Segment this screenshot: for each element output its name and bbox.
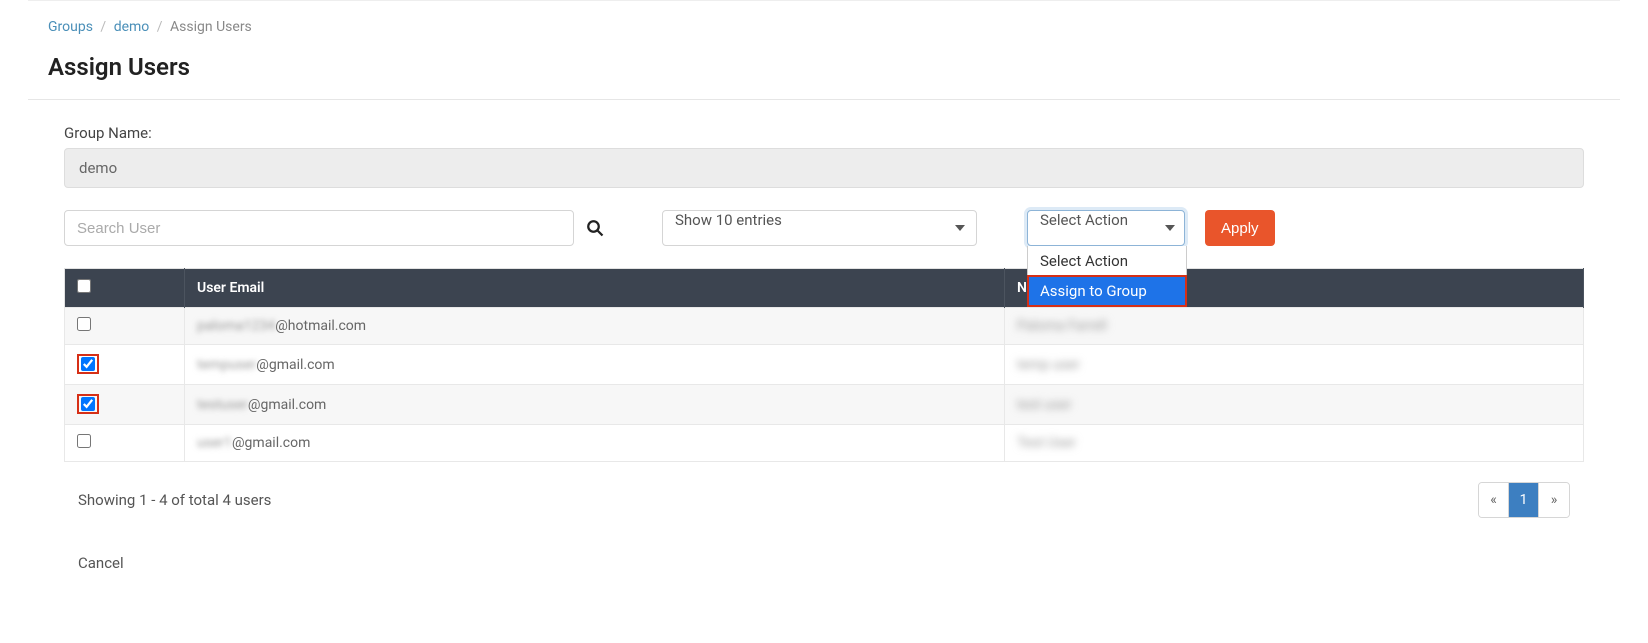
- apply-button[interactable]: Apply: [1205, 210, 1275, 246]
- group-name-label: Group Name:: [64, 124, 1584, 142]
- col-header-email: User Email: [185, 269, 1005, 308]
- showing-text: Showing 1 - 4 of total 4 users: [78, 491, 271, 509]
- cell-name: temp user: [1005, 345, 1584, 385]
- table-row: paloma1234@hotmail.comPaloma Farrell: [65, 308, 1584, 345]
- action-option-select[interactable]: Select Action: [1028, 246, 1186, 276]
- cell-email: tempuser@gmail.com: [185, 345, 1005, 385]
- table-row: testuser@gmail.comtest user: [65, 385, 1584, 425]
- cell-email: testuser@gmail.com: [185, 385, 1005, 425]
- cell-name: test user: [1005, 385, 1584, 425]
- action-dropdown: Select Action Assign to Group: [1027, 246, 1187, 307]
- cancel-link[interactable]: Cancel: [78, 554, 1584, 572]
- breadcrumb-current: Assign Users: [170, 19, 252, 35]
- breadcrumb-demo[interactable]: demo: [114, 19, 150, 35]
- pagination: « 1 »: [1478, 482, 1570, 518]
- page-prev[interactable]: «: [1479, 483, 1509, 517]
- search-icon[interactable]: [586, 219, 604, 237]
- cell-email: user1@gmail.com: [185, 425, 1005, 462]
- page-title: Assign Users: [28, 53, 1620, 99]
- table-row: user1@gmail.comTest User: [65, 425, 1584, 462]
- row-checkbox[interactable]: [77, 434, 91, 448]
- cell-name: Paloma Farrell: [1005, 308, 1584, 345]
- action-option-assign[interactable]: Assign to Group: [1027, 275, 1187, 307]
- action-select[interactable]: Select Action: [1027, 210, 1185, 246]
- breadcrumb: Groups / demo / Assign Users: [28, 15, 1620, 53]
- entries-select-label: Show 10 entries: [675, 211, 782, 229]
- action-select-label: Select Action: [1040, 211, 1128, 229]
- select-all-checkbox[interactable]: [77, 279, 91, 293]
- page-next[interactable]: »: [1539, 483, 1569, 517]
- search-input[interactable]: [64, 210, 574, 246]
- row-checkbox[interactable]: [77, 317, 91, 331]
- entries-select[interactable]: Show 10 entries: [662, 210, 977, 246]
- breadcrumb-groups[interactable]: Groups: [48, 19, 93, 35]
- group-name-field: demo: [64, 148, 1584, 188]
- users-table: User Email Name paloma1234@hotmail.comPa…: [64, 268, 1584, 462]
- row-checkbox[interactable]: [81, 357, 95, 371]
- row-checkbox[interactable]: [81, 397, 95, 411]
- table-row: tempuser@gmail.comtemp user: [65, 345, 1584, 385]
- cell-email: paloma1234@hotmail.com: [185, 308, 1005, 345]
- page-1[interactable]: 1: [1509, 483, 1539, 517]
- cell-name: Test User: [1005, 425, 1584, 462]
